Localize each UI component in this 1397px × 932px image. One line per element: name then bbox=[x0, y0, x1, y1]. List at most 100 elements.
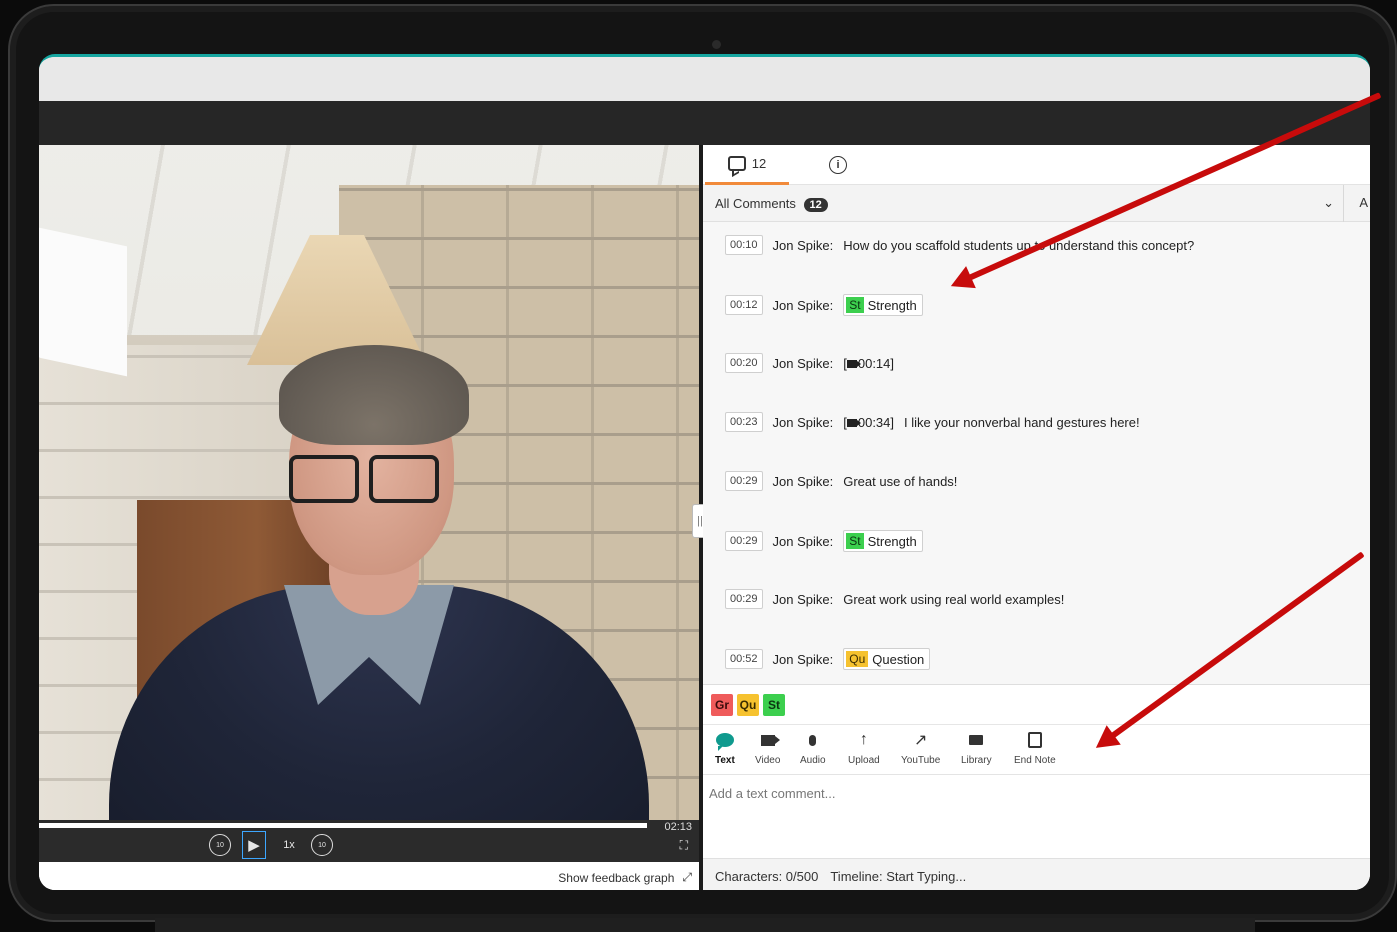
comment-tag-chip: St Strength bbox=[843, 294, 923, 316]
comment-author: Jon Spike: bbox=[772, 533, 834, 549]
tag-label: Strength bbox=[867, 297, 917, 313]
tab-info[interactable]: i bbox=[823, 145, 853, 185]
fullscreen-icon[interactable]: ⛶ bbox=[680, 838, 688, 853]
tag-code: St bbox=[846, 297, 864, 313]
media-time: 00:34] bbox=[857, 414, 895, 430]
chevron-down-icon[interactable]: ⌄ bbox=[1323, 195, 1334, 211]
play-icon: ▶ bbox=[248, 837, 260, 854]
comment-item[interactable]: 00:10 Jon Spike: How do you scaffold stu… bbox=[725, 235, 1194, 255]
player-controls: 10 ▶ 1x 10 02:13 ⛶ bbox=[39, 820, 702, 862]
speech-bubble-icon bbox=[715, 731, 734, 751]
comment-input[interactable] bbox=[703, 775, 1370, 858]
tab-comments-count: 12 bbox=[751, 156, 767, 171]
comment-timestamp[interactable]: 00:29 bbox=[725, 471, 763, 491]
comment-item[interactable]: 00:20 Jon Spike: [00:14] bbox=[725, 353, 894, 373]
browser-bar bbox=[39, 57, 1370, 101]
camera-dot bbox=[712, 40, 721, 49]
character-count: Characters: 0/500 bbox=[715, 869, 819, 884]
filter-label-text: All Comments bbox=[715, 196, 796, 211]
video-frame[interactable] bbox=[39, 145, 702, 820]
comment-list: 00:10 Jon Spike: How do you scaffold stu… bbox=[703, 222, 1370, 684]
tool-youtube-button[interactable]: ↗ YouTube bbox=[901, 731, 940, 766]
show-feedback-graph-link[interactable]: Show feedback graph ⤢ bbox=[558, 870, 692, 885]
tool-text-button[interactable]: Text bbox=[715, 731, 735, 766]
tool-upload-button[interactable]: ↑ Upload bbox=[848, 731, 880, 766]
external-link-icon: ↗ bbox=[913, 732, 928, 749]
comment-text: How do you scaffold students up to under… bbox=[843, 237, 1195, 253]
rewind-label: 10 bbox=[216, 841, 224, 849]
comment-author: Jon Spike: bbox=[772, 473, 834, 489]
quick-tag-st-button[interactable]: St bbox=[763, 693, 785, 716]
comment-timestamp[interactable]: 00:29 bbox=[725, 531, 763, 551]
video-duration: 02:13 bbox=[664, 821, 692, 833]
timeline-status: Timeline: Start Typing... bbox=[830, 869, 967, 884]
comment-author: Jon Spike: bbox=[772, 414, 834, 430]
tool-video-button[interactable]: Video bbox=[755, 731, 780, 766]
comment-item[interactable]: 00:29 Jon Spike: Great use of hands! bbox=[725, 471, 957, 491]
microphone-icon bbox=[809, 731, 817, 749]
tab-comments[interactable]: 12 bbox=[705, 145, 789, 185]
comment-author: Jon Spike: bbox=[772, 297, 834, 313]
tag-label: Question bbox=[872, 651, 925, 667]
tool-audio-button[interactable]: Audio bbox=[800, 731, 826, 766]
rewind-10-icon[interactable]: 10 bbox=[209, 834, 231, 856]
info-icon: i bbox=[829, 156, 847, 174]
feedback-link-label: Show feedback graph bbox=[558, 870, 675, 885]
tool-label: Audio bbox=[800, 755, 826, 766]
tool-label: Library bbox=[961, 755, 992, 766]
comment-timestamp[interactable]: 00:12 bbox=[725, 295, 763, 315]
video-person-hair bbox=[279, 345, 469, 445]
filter-extra-label[interactable]: A bbox=[1359, 195, 1368, 210]
comment-timestamp[interactable]: 00:52 bbox=[725, 649, 763, 669]
comment-item[interactable]: 00:12 Jon Spike: St Strength bbox=[725, 294, 923, 316]
media-reference[interactable]: [00:14] bbox=[843, 356, 894, 371]
tool-label: Text bbox=[715, 755, 735, 766]
tool-end-note-button[interactable]: End Note bbox=[1014, 731, 1056, 766]
comment-author: Jon Spike: bbox=[772, 237, 834, 253]
playback-speed-button[interactable]: 1x bbox=[279, 834, 299, 856]
comment-item[interactable]: 00:29 Jon Spike: St Strength bbox=[725, 530, 923, 552]
video-scene-window bbox=[39, 227, 127, 377]
video-camera-icon bbox=[846, 419, 861, 428]
comment-text: Great work using real world examples! bbox=[843, 591, 1065, 607]
comment-text: Great use of hands! bbox=[843, 473, 958, 489]
comment-filter[interactable]: All Comments 12 ⌄ A bbox=[703, 185, 1370, 222]
comment-timestamp[interactable]: 00:23 bbox=[725, 412, 763, 432]
forward-10-icon[interactable]: 10 bbox=[311, 834, 333, 856]
quick-tag-qu-button[interactable]: Qu bbox=[737, 693, 759, 716]
app-screen: 10 ▶ 1x 10 02:13 ⛶ Show feedback graph ⤢… bbox=[39, 54, 1370, 890]
video-person-glasses bbox=[289, 455, 439, 503]
filter-separator bbox=[1343, 185, 1344, 222]
tool-label: End Note bbox=[1014, 755, 1056, 766]
media-reference[interactable]: [00:34] bbox=[843, 415, 894, 430]
folder-icon bbox=[969, 731, 984, 749]
device-base bbox=[155, 918, 1255, 932]
tag-code: Qu bbox=[846, 651, 869, 667]
comment-text: I like your nonverbal hand gestures here… bbox=[904, 414, 1140, 430]
comment-author: Jon Spike: bbox=[772, 591, 834, 607]
comment-item[interactable]: 00:23 Jon Spike: [00:34] I like your non… bbox=[725, 412, 1140, 432]
comment-tag-chip: Qu Question bbox=[843, 648, 931, 670]
progress-bar[interactable] bbox=[39, 823, 647, 828]
comment-tag-chip: St Strength bbox=[843, 530, 923, 552]
video-camera-icon bbox=[846, 360, 861, 369]
comment-item[interactable]: 00:29 Jon Spike: Great work using real w… bbox=[725, 589, 1064, 609]
upload-arrow-icon: ↑ bbox=[859, 731, 868, 748]
note-icon bbox=[1027, 731, 1042, 749]
media-time: 00:14] bbox=[857, 355, 895, 371]
video-camera-icon bbox=[760, 731, 780, 749]
quick-tag-bar: Gr Qu St bbox=[703, 684, 1370, 725]
tag-label: Strength bbox=[867, 533, 917, 549]
quick-tag-gr-button[interactable]: Gr bbox=[711, 693, 733, 716]
comment-timestamp[interactable]: 00:10 bbox=[725, 235, 763, 255]
comment-timestamp[interactable]: 00:29 bbox=[725, 589, 763, 609]
tool-label: YouTube bbox=[901, 755, 941, 766]
comment-author: Jon Spike: bbox=[772, 651, 834, 667]
comments-pane: 12 i All Comments 12 ⌄ A 00:10 Jon Spike… bbox=[703, 145, 1370, 890]
comment-bubble-icon bbox=[727, 156, 746, 171]
comment-item[interactable]: 00:52 Jon Spike: Qu Question bbox=[725, 648, 931, 670]
play-button[interactable]: ▶ bbox=[242, 831, 266, 859]
comment-timestamp[interactable]: 00:20 bbox=[725, 353, 763, 373]
comment-author: Jon Spike: bbox=[772, 355, 834, 371]
tool-library-button[interactable]: Library bbox=[961, 731, 992, 766]
